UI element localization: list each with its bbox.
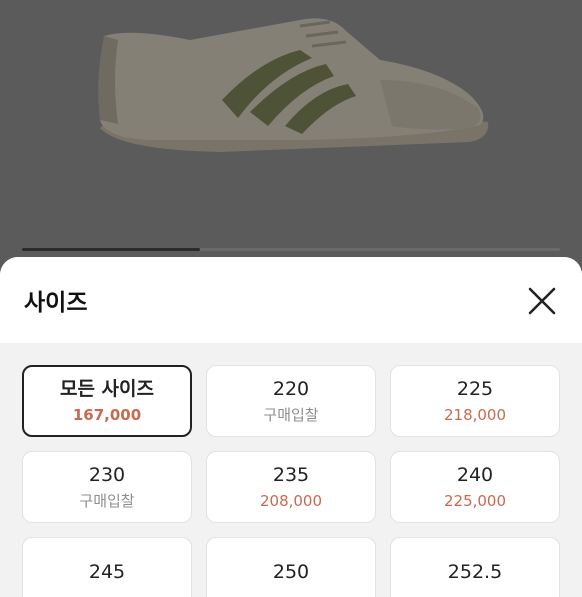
carousel-progress-fill [22,248,200,251]
size-grid: 모든 사이즈 167,000 220 구매입찰 225 218,000 230 … [22,365,560,597]
size-option-all[interactable]: 모든 사이즈 167,000 [22,365,192,437]
size-option-245[interactable]: 245 [22,537,192,597]
size-label: 235 [272,463,310,486]
size-bottom-sheet: 사이즈 모든 사이즈 167,000 220 구매입찰 225 218,000 … [0,257,582,597]
size-price: 167,000 [72,405,142,424]
size-option-235[interactable]: 235 208,000 [206,451,376,523]
size-option-252-5[interactable]: 252.5 [390,537,560,597]
size-option-240[interactable]: 240 225,000 [390,451,560,523]
sheet-header: 사이즈 [0,257,582,343]
size-option-250[interactable]: 250 [206,537,376,597]
close-button[interactable] [524,283,560,319]
size-label: 250 [272,560,310,583]
size-price: 225,000 [443,491,507,510]
size-label: 모든 사이즈 [59,377,154,400]
size-label: 230 [88,463,126,486]
size-price: 208,000 [259,491,323,510]
size-label: 240 [456,463,494,486]
size-option-230[interactable]: 230 구매입찰 [22,451,192,523]
size-price: 구매입찰 [79,491,135,510]
size-price: 218,000 [443,405,507,424]
product-image-area [0,0,582,262]
size-option-220[interactable]: 220 구매입찰 [206,365,376,437]
size-label: 245 [88,560,126,583]
size-label: 252.5 [447,560,503,583]
sneaker-image [98,18,489,152]
size-option-225[interactable]: 225 218,000 [390,365,560,437]
close-icon [528,287,556,315]
size-price: 구매입찰 [263,405,319,424]
sheet-title: 사이즈 [24,290,88,316]
carousel-progress [22,248,560,251]
size-label: 220 [272,377,310,400]
size-label: 225 [456,377,494,400]
